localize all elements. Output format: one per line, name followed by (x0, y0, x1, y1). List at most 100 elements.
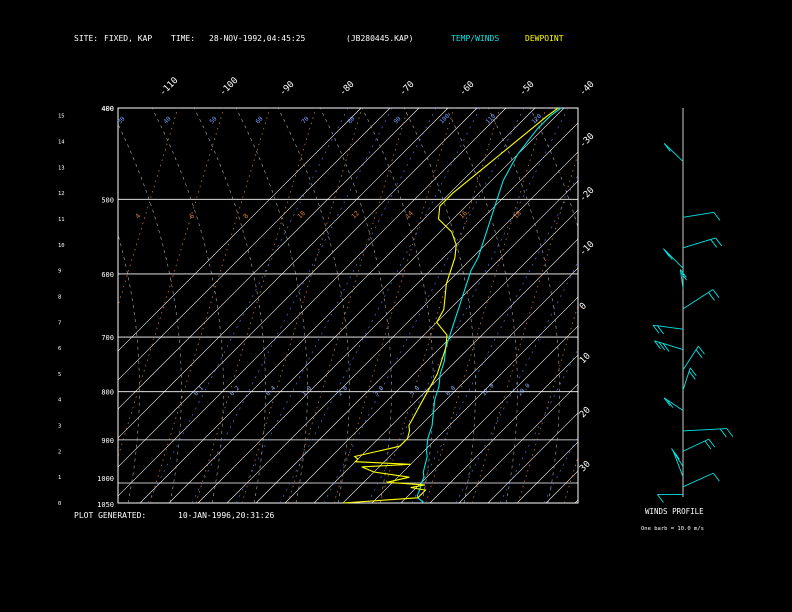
moist-adiabat-label: 50 (208, 115, 218, 125)
mixing-ratio-line (279, 108, 481, 503)
wind-barb (657, 494, 683, 503)
height-label: 11 (58, 217, 65, 223)
plot-generated-label: PLOT GENERATED: (74, 511, 146, 520)
height-label: 1 (58, 475, 61, 481)
temperature-tick-label: -110 (158, 76, 180, 98)
height-label: 6 (58, 346, 61, 352)
height-label: 12 (58, 191, 65, 197)
height-label: 8 (58, 294, 61, 300)
dewpoint-legend: DEWPOINT (525, 34, 564, 43)
mixing-ratio-label: 20.0 (516, 382, 531, 397)
wind-barb (682, 237, 722, 249)
wind-barb-flag (712, 472, 720, 482)
height-label: 5 (58, 372, 61, 378)
height-label: 2 (58, 449, 61, 455)
dry-adiabat-label: 4 (134, 212, 142, 220)
height-label: 15 (58, 114, 65, 120)
moist-adiabat-label: 80 (346, 115, 356, 125)
pressure-label: 700 (101, 334, 114, 342)
winds-barb-note: One barb = 10.0 m/s (641, 526, 704, 532)
height-label: 7 (58, 320, 61, 326)
site-value: FIXED, KAP (104, 34, 152, 43)
temperature-tick-label: -90 (278, 80, 297, 99)
isotherm-line (284, 209, 578, 503)
wind-barb (679, 269, 688, 289)
wind-barb (682, 289, 720, 310)
moist-adiabat-line (277, 108, 350, 503)
mixing-ratio-line (235, 108, 437, 503)
right-temperature-label: -30 (578, 132, 597, 151)
mixing-ratio-line (191, 108, 393, 503)
wind-barb-flag (704, 440, 712, 450)
file-id: (JB280445.KAP) (346, 34, 413, 43)
mixing-ratio-line (499, 348, 578, 503)
dry-adiabat-line (118, 108, 225, 459)
wind-barb (682, 367, 697, 391)
temperature-tick-label: -80 (338, 80, 357, 99)
plot-interior (118, 108, 578, 503)
dry-adiabat-label: 12 (350, 209, 361, 220)
right-temperature-label: 10 (578, 351, 593, 366)
moist-adiabat-label: 70 (300, 115, 310, 125)
dry-adiabat-line (287, 108, 409, 503)
mixing-ratio-label: 0.1 (192, 385, 205, 398)
moist-adiabat-line (118, 123, 182, 503)
height-label: 0 (58, 501, 61, 507)
mixing-ratio-line (543, 435, 578, 503)
wind-barb-flag (708, 292, 715, 301)
moist-adiabat-line (487, 108, 560, 503)
height-label: 14 (58, 140, 65, 146)
mixing-ratio-line (147, 108, 349, 503)
mixing-ratio-label: 0.4 (264, 385, 277, 398)
temperature-legend: TEMP/WINDS (451, 34, 499, 43)
isotherm-line (574, 499, 578, 503)
winds-profile-title: WINDS PROFILE (645, 507, 704, 516)
plot-generated-value: 10-JAN-1996,20:31:26 (178, 511, 275, 520)
dry-adiabat-label: 10 (296, 209, 307, 220)
dry-adiabat-line (471, 152, 578, 503)
right-temperature-label: -10 (578, 240, 597, 259)
mixing-ratio-label: 2.0 (336, 385, 349, 398)
height-label: 10 (58, 243, 65, 249)
dry-adiabat-line (195, 108, 317, 503)
height-label: 9 (58, 269, 61, 275)
isotherm-line (516, 441, 578, 503)
right-temperature-label: 0 (578, 301, 589, 312)
mixing-ratio-line (455, 261, 578, 503)
wind-barb (682, 211, 721, 221)
height-label: 3 (58, 424, 61, 430)
wind-barb-flag (710, 239, 718, 248)
moist-adiabat-label: 90 (392, 115, 402, 125)
dry-adiabat-line (333, 108, 455, 503)
wind-barb (682, 472, 720, 488)
moist-adiabat-line (193, 108, 266, 503)
wind-barb (682, 438, 716, 452)
height-label: 13 (58, 165, 65, 171)
pressure-label: 1000 (97, 475, 114, 483)
moist-adiabat-line (235, 108, 308, 503)
wind-barb (682, 428, 734, 438)
moist-adiabat-label: 40 (162, 115, 172, 125)
wind-barb-flag (708, 438, 716, 448)
time-label: TIME: (171, 34, 195, 43)
wind-barb (663, 248, 684, 269)
time-value: 28-NOV-1992,04:45:25 (209, 34, 306, 43)
wind-barb-flag (663, 143, 671, 152)
wind-profile-panel (652, 108, 734, 503)
dry-adiabat-label: 18 (512, 209, 523, 220)
mixing-ratio-label: 8.0 (444, 385, 457, 398)
mixing-ratio-label: 5.0 (408, 385, 421, 398)
site-label: SITE: (74, 34, 98, 43)
mixing-ratio-label: 3.0 (372, 385, 385, 398)
wind-barb-flag (726, 428, 734, 437)
dry-adiabat-line (149, 108, 271, 503)
wind-barb-flag (688, 370, 696, 380)
dry-adiabat-line (379, 108, 501, 503)
isotherm-line (118, 108, 507, 497)
isotherm-line (313, 238, 578, 503)
chart-series (342, 107, 562, 504)
wind-barb-flag (698, 345, 705, 355)
moist-adiabat-label: 60 (254, 115, 264, 125)
chart-grid (117, 107, 579, 504)
moist-adiabat-line (445, 108, 518, 503)
